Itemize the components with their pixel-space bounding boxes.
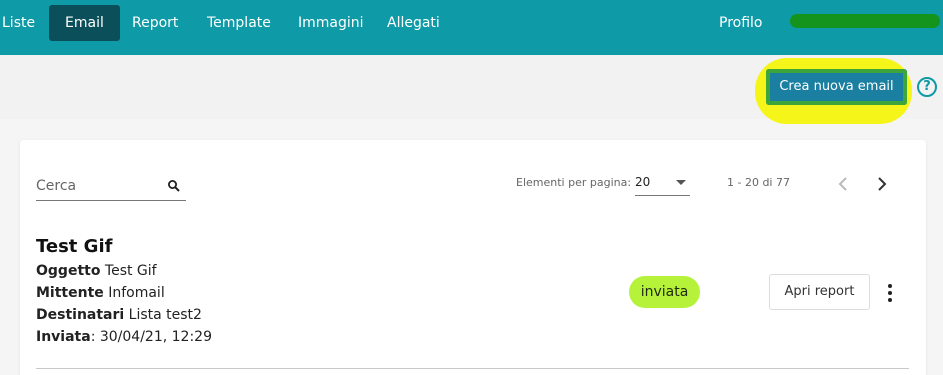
redacted-profile-name (790, 14, 940, 28)
help-icon[interactable]: ? (917, 77, 937, 97)
search-input[interactable] (36, 172, 161, 200)
nav-item-immagini[interactable]: Immagini (298, 5, 364, 41)
nav-item-liste[interactable]: Liste (2, 5, 35, 41)
nav-item-template[interactable]: Template (207, 5, 271, 41)
sent-value: 30/04/21, 12:29 (99, 329, 212, 345)
search-field (36, 172, 186, 201)
status-badge: inviata (629, 276, 700, 308)
pagination-range: 1 - 20 di 77 (727, 176, 790, 189)
email-recipients-line: Destinatari Lista test2 (36, 307, 202, 323)
chevron-left-icon[interactable] (833, 172, 853, 196)
subject-value: Test Gif (104, 263, 157, 279)
per-page-select[interactable]: 20 (635, 172, 690, 196)
nav-item-profilo[interactable]: Profilo (719, 5, 762, 41)
nav-item-email[interactable]: Email (49, 5, 120, 41)
subject-label: Oggetto (36, 263, 101, 279)
email-sender-line: Mittente Infomail (36, 285, 165, 301)
recipients-value: Lista test2 (128, 307, 202, 323)
nav-item-report[interactable]: Report (132, 5, 178, 41)
row-divider (36, 368, 909, 369)
email-subject-line: Oggetto Test Gif (36, 263, 157, 279)
sent-label: Inviata (36, 329, 91, 345)
email-sent-line: Inviata: 30/04/21, 12:29 (36, 329, 212, 345)
chevron-right-icon[interactable] (872, 172, 892, 196)
sender-label: Mittente (36, 285, 104, 301)
chevron-down-icon (676, 180, 686, 185)
nav-item-allegati[interactable]: Allegati (387, 5, 440, 41)
create-email-button[interactable]: Crea nuova email (766, 69, 907, 105)
sender-value: Infomail (108, 285, 165, 301)
per-page-value: 20 (635, 175, 651, 189)
recipients-label: Destinatari (36, 307, 125, 323)
per-page-label: Elementi per pagina: (516, 176, 632, 189)
more-vertical-icon[interactable] (880, 281, 900, 305)
search-icon[interactable] (167, 179, 181, 193)
open-report-button[interactable]: Apri report (769, 274, 870, 310)
email-title: Test Gif (36, 236, 113, 257)
top-nav-bar: Liste Email Report Template Immagini All… (0, 0, 943, 55)
